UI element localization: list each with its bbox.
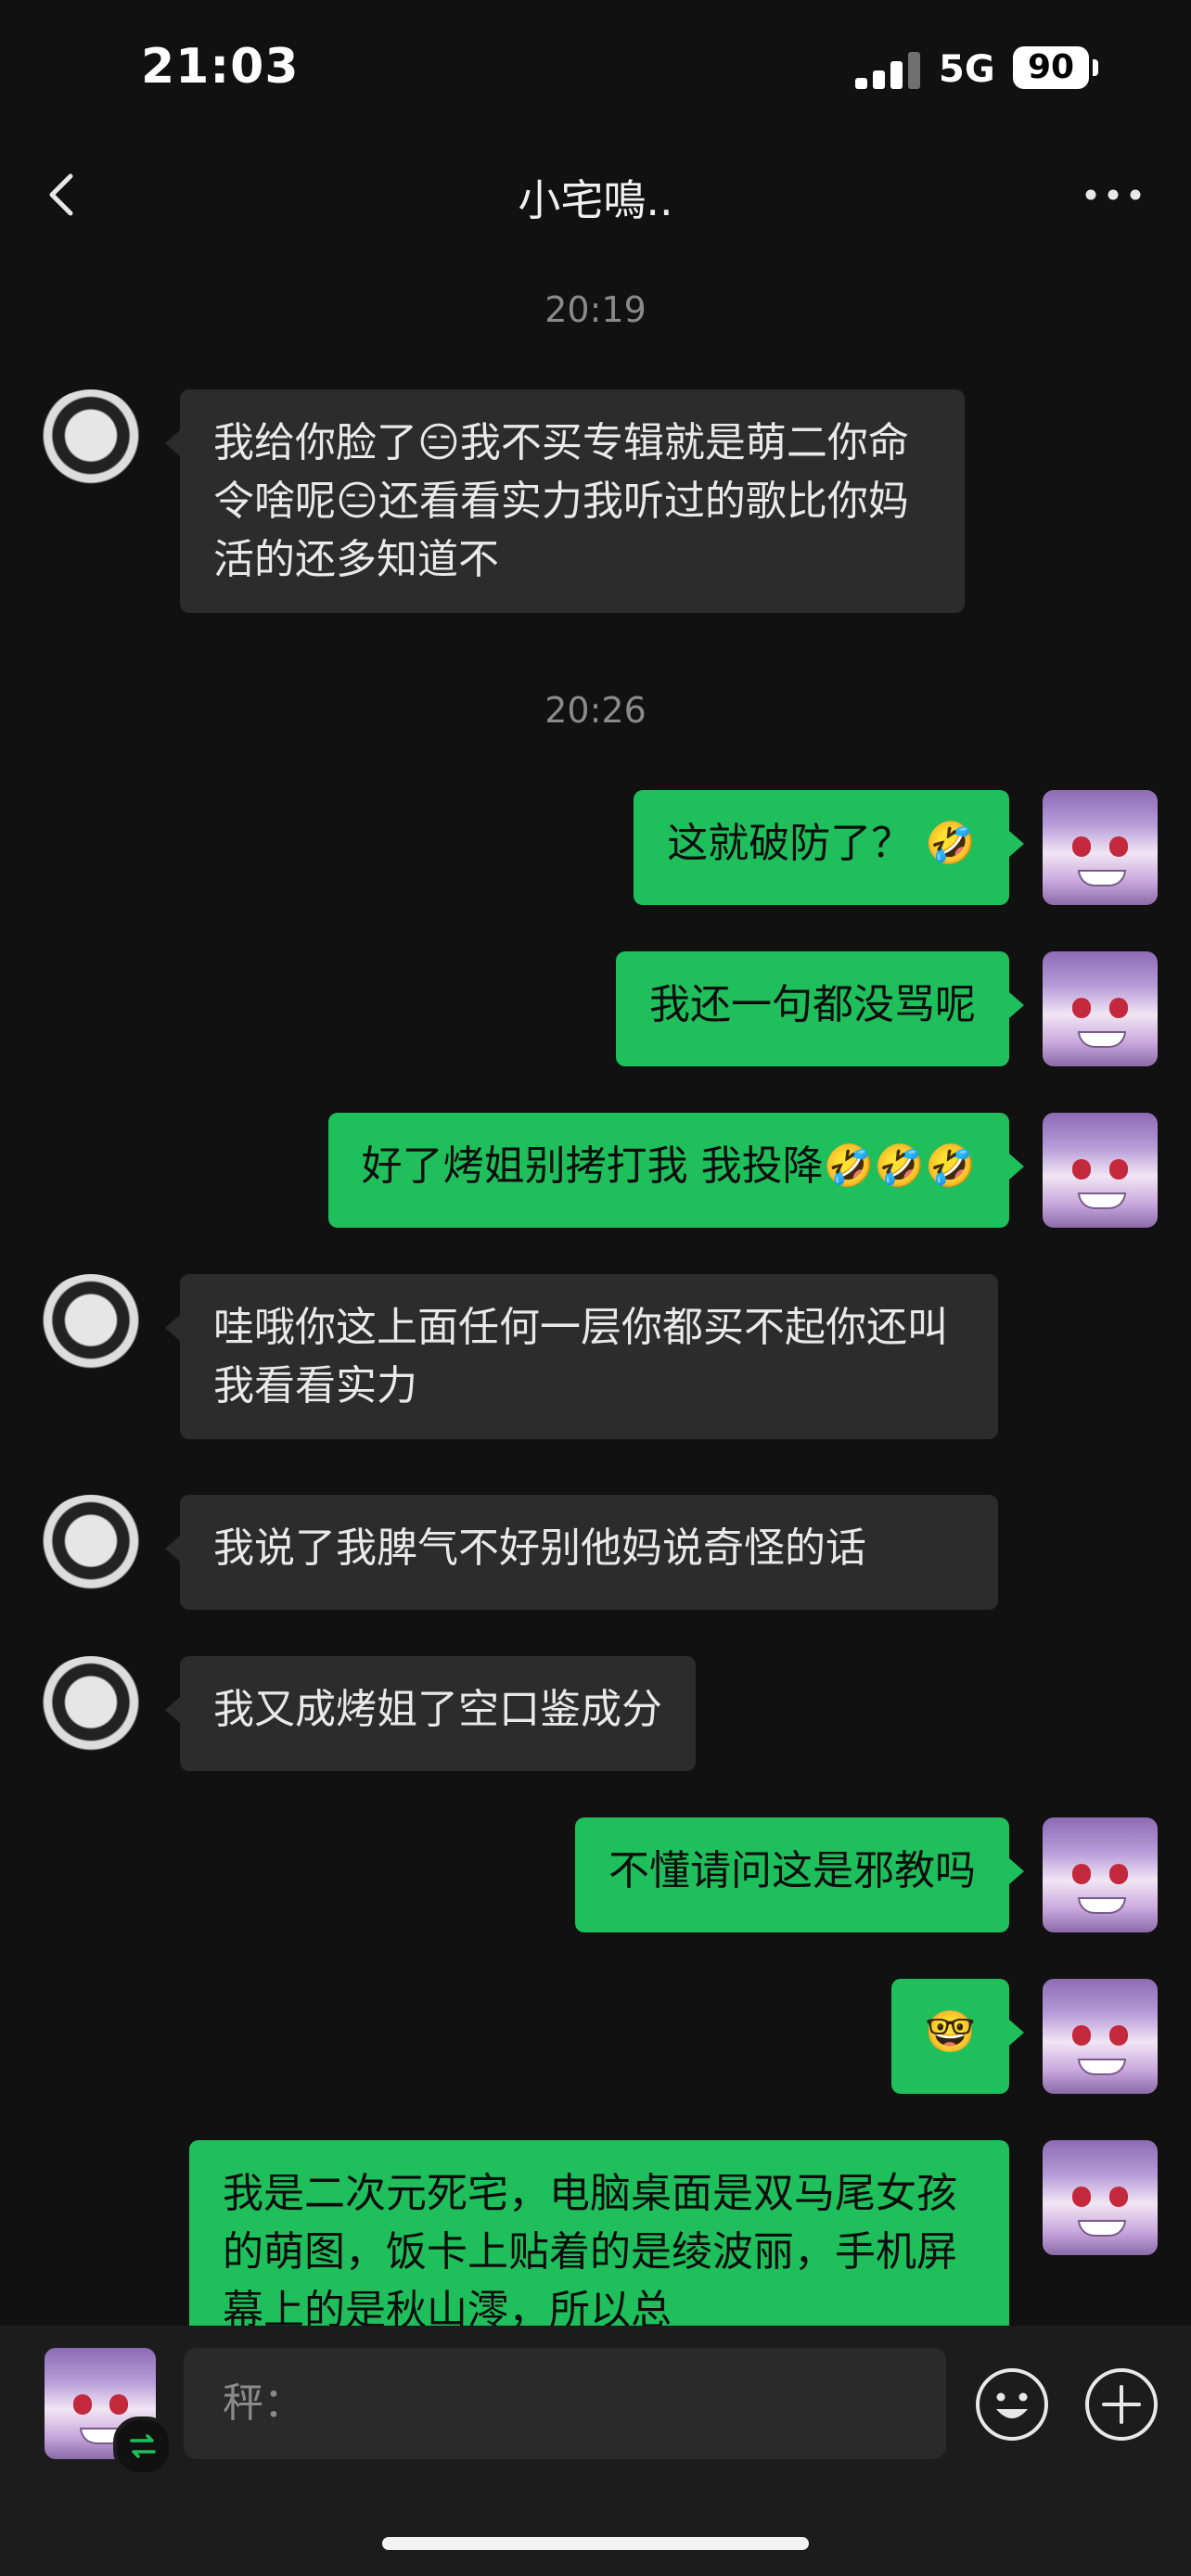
contact-avatar[interactable] bbox=[33, 1656, 148, 1771]
contact-avatar[interactable] bbox=[33, 1274, 148, 1389]
signal-icon bbox=[855, 52, 922, 89]
home-indicator[interactable] bbox=[382, 2537, 809, 2550]
my-avatar[interactable] bbox=[1043, 1979, 1158, 2094]
message-input[interactable]: 秤： bbox=[184, 2348, 946, 2459]
chat-title: 小宅鳴.. bbox=[518, 175, 673, 225]
outgoing-message[interactable]: 我还一句都没骂呢 bbox=[616, 951, 1024, 1066]
outgoing-message[interactable]: 这就破防了？ 🤣 bbox=[634, 790, 1024, 905]
plus-circle-icon[interactable] bbox=[1083, 2366, 1159, 2442]
outgoing-message[interactable]: 我是二次元死宅，电脑桌面是双马尾女孩的萌图，饭卡上贴着的是绫波丽，手机屏幕上的是… bbox=[189, 2140, 1009, 2326]
my-avatar[interactable] bbox=[1043, 790, 1158, 905]
outgoing-message[interactable]: 🤓 bbox=[891, 1979, 1024, 2094]
incoming-message[interactable]: 哇哦你这上面任何一层你都买不起你还叫我看看实力 bbox=[165, 1274, 998, 1439]
status-time: 21:03 bbox=[141, 39, 300, 95]
network-label: 5G bbox=[939, 48, 995, 91]
incoming-message[interactable]: 我又成烤姐了空口鉴成分 bbox=[165, 1656, 696, 1771]
battery-icon: 90 bbox=[1013, 46, 1089, 89]
incoming-message[interactable]: 我给你脸了😑我不买专辑就是萌二你命令啥呢😑还看看实力我听过的歌比你妈活的还多知道… bbox=[165, 389, 965, 613]
outgoing-message[interactable]: 不懂请问这是邪教吗 bbox=[575, 1817, 1024, 1932]
my-avatar[interactable] bbox=[1043, 1113, 1158, 1228]
contact-avatar[interactable] bbox=[33, 1495, 148, 1610]
status-bar: 21:03 5G 90 bbox=[0, 0, 1191, 139]
my-avatar[interactable] bbox=[1043, 1817, 1158, 1932]
battery-tip bbox=[1093, 59, 1098, 76]
incoming-message[interactable]: 我说了我脾气不好别他妈说奇怪的话 bbox=[165, 1495, 998, 1610]
outgoing-message[interactable]: 好了烤姐别拷打我 我投降🤣🤣🤣 bbox=[327, 1113, 1025, 1228]
more-horizontal-icon[interactable] bbox=[1076, 176, 1150, 213]
my-avatar[interactable] bbox=[1043, 2140, 1158, 2255]
switch-icon[interactable] bbox=[113, 2417, 173, 2476]
chat-header: 小宅鳴.. bbox=[0, 139, 1191, 250]
message-timestamp: 20:26 bbox=[544, 690, 647, 731]
emoji-icon[interactable] bbox=[974, 2366, 1050, 2442]
my-avatar[interactable] bbox=[1043, 951, 1158, 1066]
contact-avatar[interactable] bbox=[33, 389, 148, 504]
message-timestamp: 20:19 bbox=[544, 289, 647, 330]
